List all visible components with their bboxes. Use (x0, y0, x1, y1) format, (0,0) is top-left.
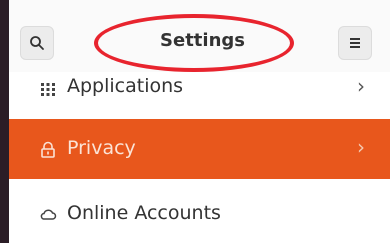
sidebar-item-label: Applications (67, 75, 184, 97)
hamburger-menu-icon (350, 38, 360, 48)
search-button[interactable] (20, 26, 54, 60)
sidebar-item-online-accounts[interactable]: Online Accounts (9, 194, 390, 234)
annotation-oval (94, 14, 294, 72)
chevron-right-icon: › (357, 135, 365, 159)
sidebar-item-label: Online Accounts (67, 202, 221, 224)
cloud-icon (40, 209, 57, 220)
grid-icon (41, 83, 55, 96)
settings-window: Settings Applications › Privacy › Online… (0, 0, 390, 243)
chevron-right-icon: › (357, 74, 365, 98)
sidebar-item-privacy[interactable]: Privacy › (9, 119, 390, 179)
lock-icon (41, 141, 55, 158)
sidebar-item-label: Privacy (67, 137, 136, 159)
window-left-border (0, 0, 9, 243)
search-icon (30, 36, 44, 50)
sidebar-item-applications[interactable]: Applications › (9, 70, 390, 112)
menu-button[interactable] (338, 26, 372, 60)
